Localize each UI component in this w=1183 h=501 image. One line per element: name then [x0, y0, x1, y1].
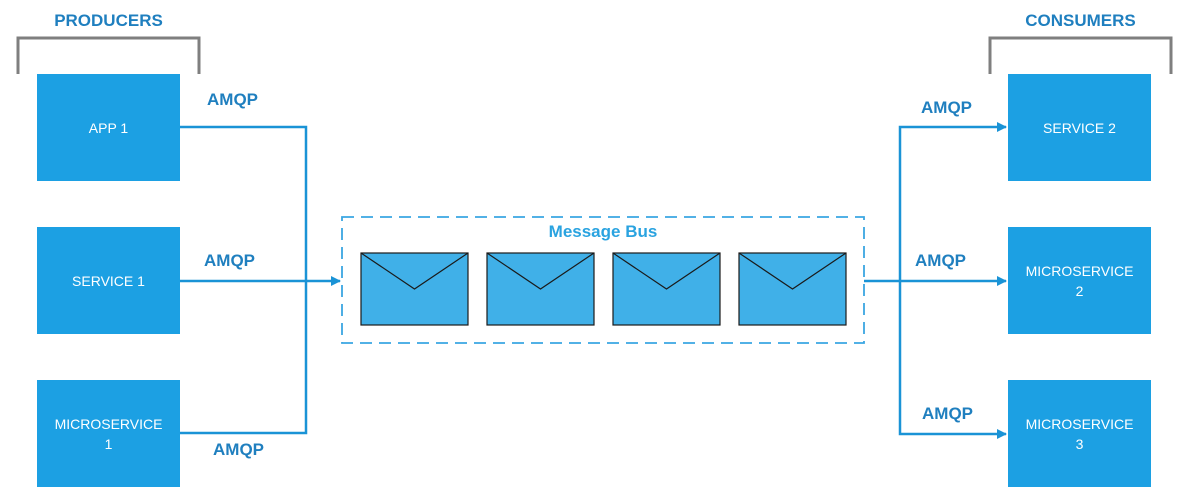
envelope-icon: [738, 252, 847, 326]
producers-bracket: [16, 36, 201, 74]
protocol-label-consumer-1: AMQP: [921, 98, 972, 117]
consumers-heading: CONSUMERS: [1025, 11, 1136, 30]
message-bus-diagram: PRODUCERS CONSUMERS APP 1 SERVICE 1 MICR…: [0, 0, 1183, 501]
producer-service-1: SERVICE 1: [37, 227, 180, 334]
consumer-microservice-2: MICROSERVICE 2: [1008, 227, 1151, 334]
envelope-icon: [486, 252, 595, 326]
consumer-microservice-3: MICROSERVICE 3: [1008, 380, 1151, 487]
envelope-icon: [360, 252, 469, 326]
protocol-label-consumer-2: AMQP: [915, 251, 966, 270]
consumers-bracket: [988, 36, 1173, 74]
protocol-label-producer-3: AMQP: [213, 440, 264, 459]
protocol-label-producer-1: AMQP: [207, 90, 258, 109]
envelope-icon: [612, 252, 721, 326]
producer-connector-3: [180, 281, 308, 435]
protocol-label-producer-2: AMQP: [204, 251, 255, 270]
producer-microservice-1: MICROSERVICE 1: [37, 380, 180, 487]
protocol-label-consumer-3: AMQP: [922, 404, 973, 423]
producers-heading: PRODUCERS: [54, 11, 163, 30]
message-bus-title: Message Bus: [548, 222, 658, 241]
consumer-service-2: SERVICE 2: [1008, 74, 1151, 181]
producer-app-1: APP 1: [37, 74, 180, 181]
